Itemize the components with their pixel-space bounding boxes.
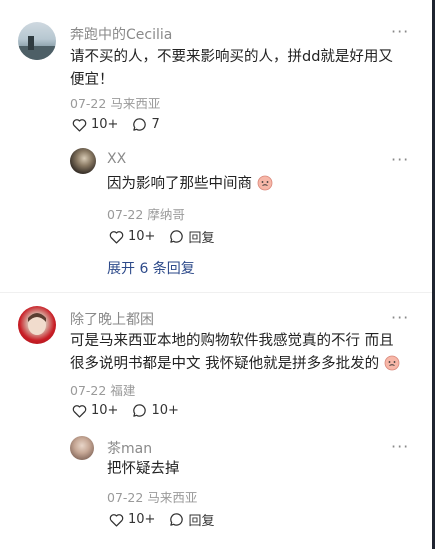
comment-text: 可是马来西亚本地的购物软件我感觉真的不行 而且很多说明书都是中文 我怀疑他就是拼… xyxy=(70,333,394,372)
heart-icon xyxy=(109,513,124,527)
reply-count-button[interactable]: 10+ xyxy=(132,403,179,418)
reply-date: 07-22 xyxy=(107,490,144,505)
reply-meta: 07-22 马来西亚 xyxy=(107,487,197,506)
comment-username[interactable]: 除了晚上都困 xyxy=(70,309,154,329)
reply-text: 把怀疑去掉 xyxy=(107,461,180,477)
like-button[interactable]: 10+ xyxy=(109,512,155,527)
reply-count: 10+ xyxy=(151,403,179,418)
like-count: 10+ xyxy=(91,403,119,418)
like-button[interactable]: 10+ xyxy=(72,403,118,418)
more-options-icon[interactable]: ··· xyxy=(391,310,409,326)
more-options-icon[interactable]: ··· xyxy=(391,439,409,455)
avatar[interactable] xyxy=(18,306,56,344)
reply-button[interactable]: 回复 xyxy=(169,510,214,529)
comment-text-row: 可是马来西亚本地的购物软件我感觉真的不行 而且很多说明书都是中文 我怀疑他就是拼… xyxy=(70,330,406,376)
like-count: 10+ xyxy=(128,512,156,527)
comment-date: 07-22 xyxy=(70,383,107,398)
reply-actions: 10+ 回复 xyxy=(109,510,228,529)
reply-location: 马来西亚 xyxy=(147,490,198,505)
avatar[interactable] xyxy=(70,436,94,460)
comment-actions: 10+ 10+ xyxy=(72,403,193,418)
comment-icon xyxy=(170,513,184,526)
comment-meta: 07-22 福建 xyxy=(70,380,135,399)
comment-icon xyxy=(133,404,147,417)
comment-item: 除了晚上都困 ··· 可是马来西亚本地的购物软件我感觉真的不行 而且很多说明书都… xyxy=(0,0,432,549)
reply-label: 回复 xyxy=(188,514,215,529)
emoji-face-icon xyxy=(384,355,400,371)
heart-icon xyxy=(72,404,87,418)
reply-username[interactable]: 茶man xyxy=(107,438,152,458)
comment-location: 福建 xyxy=(110,383,136,398)
